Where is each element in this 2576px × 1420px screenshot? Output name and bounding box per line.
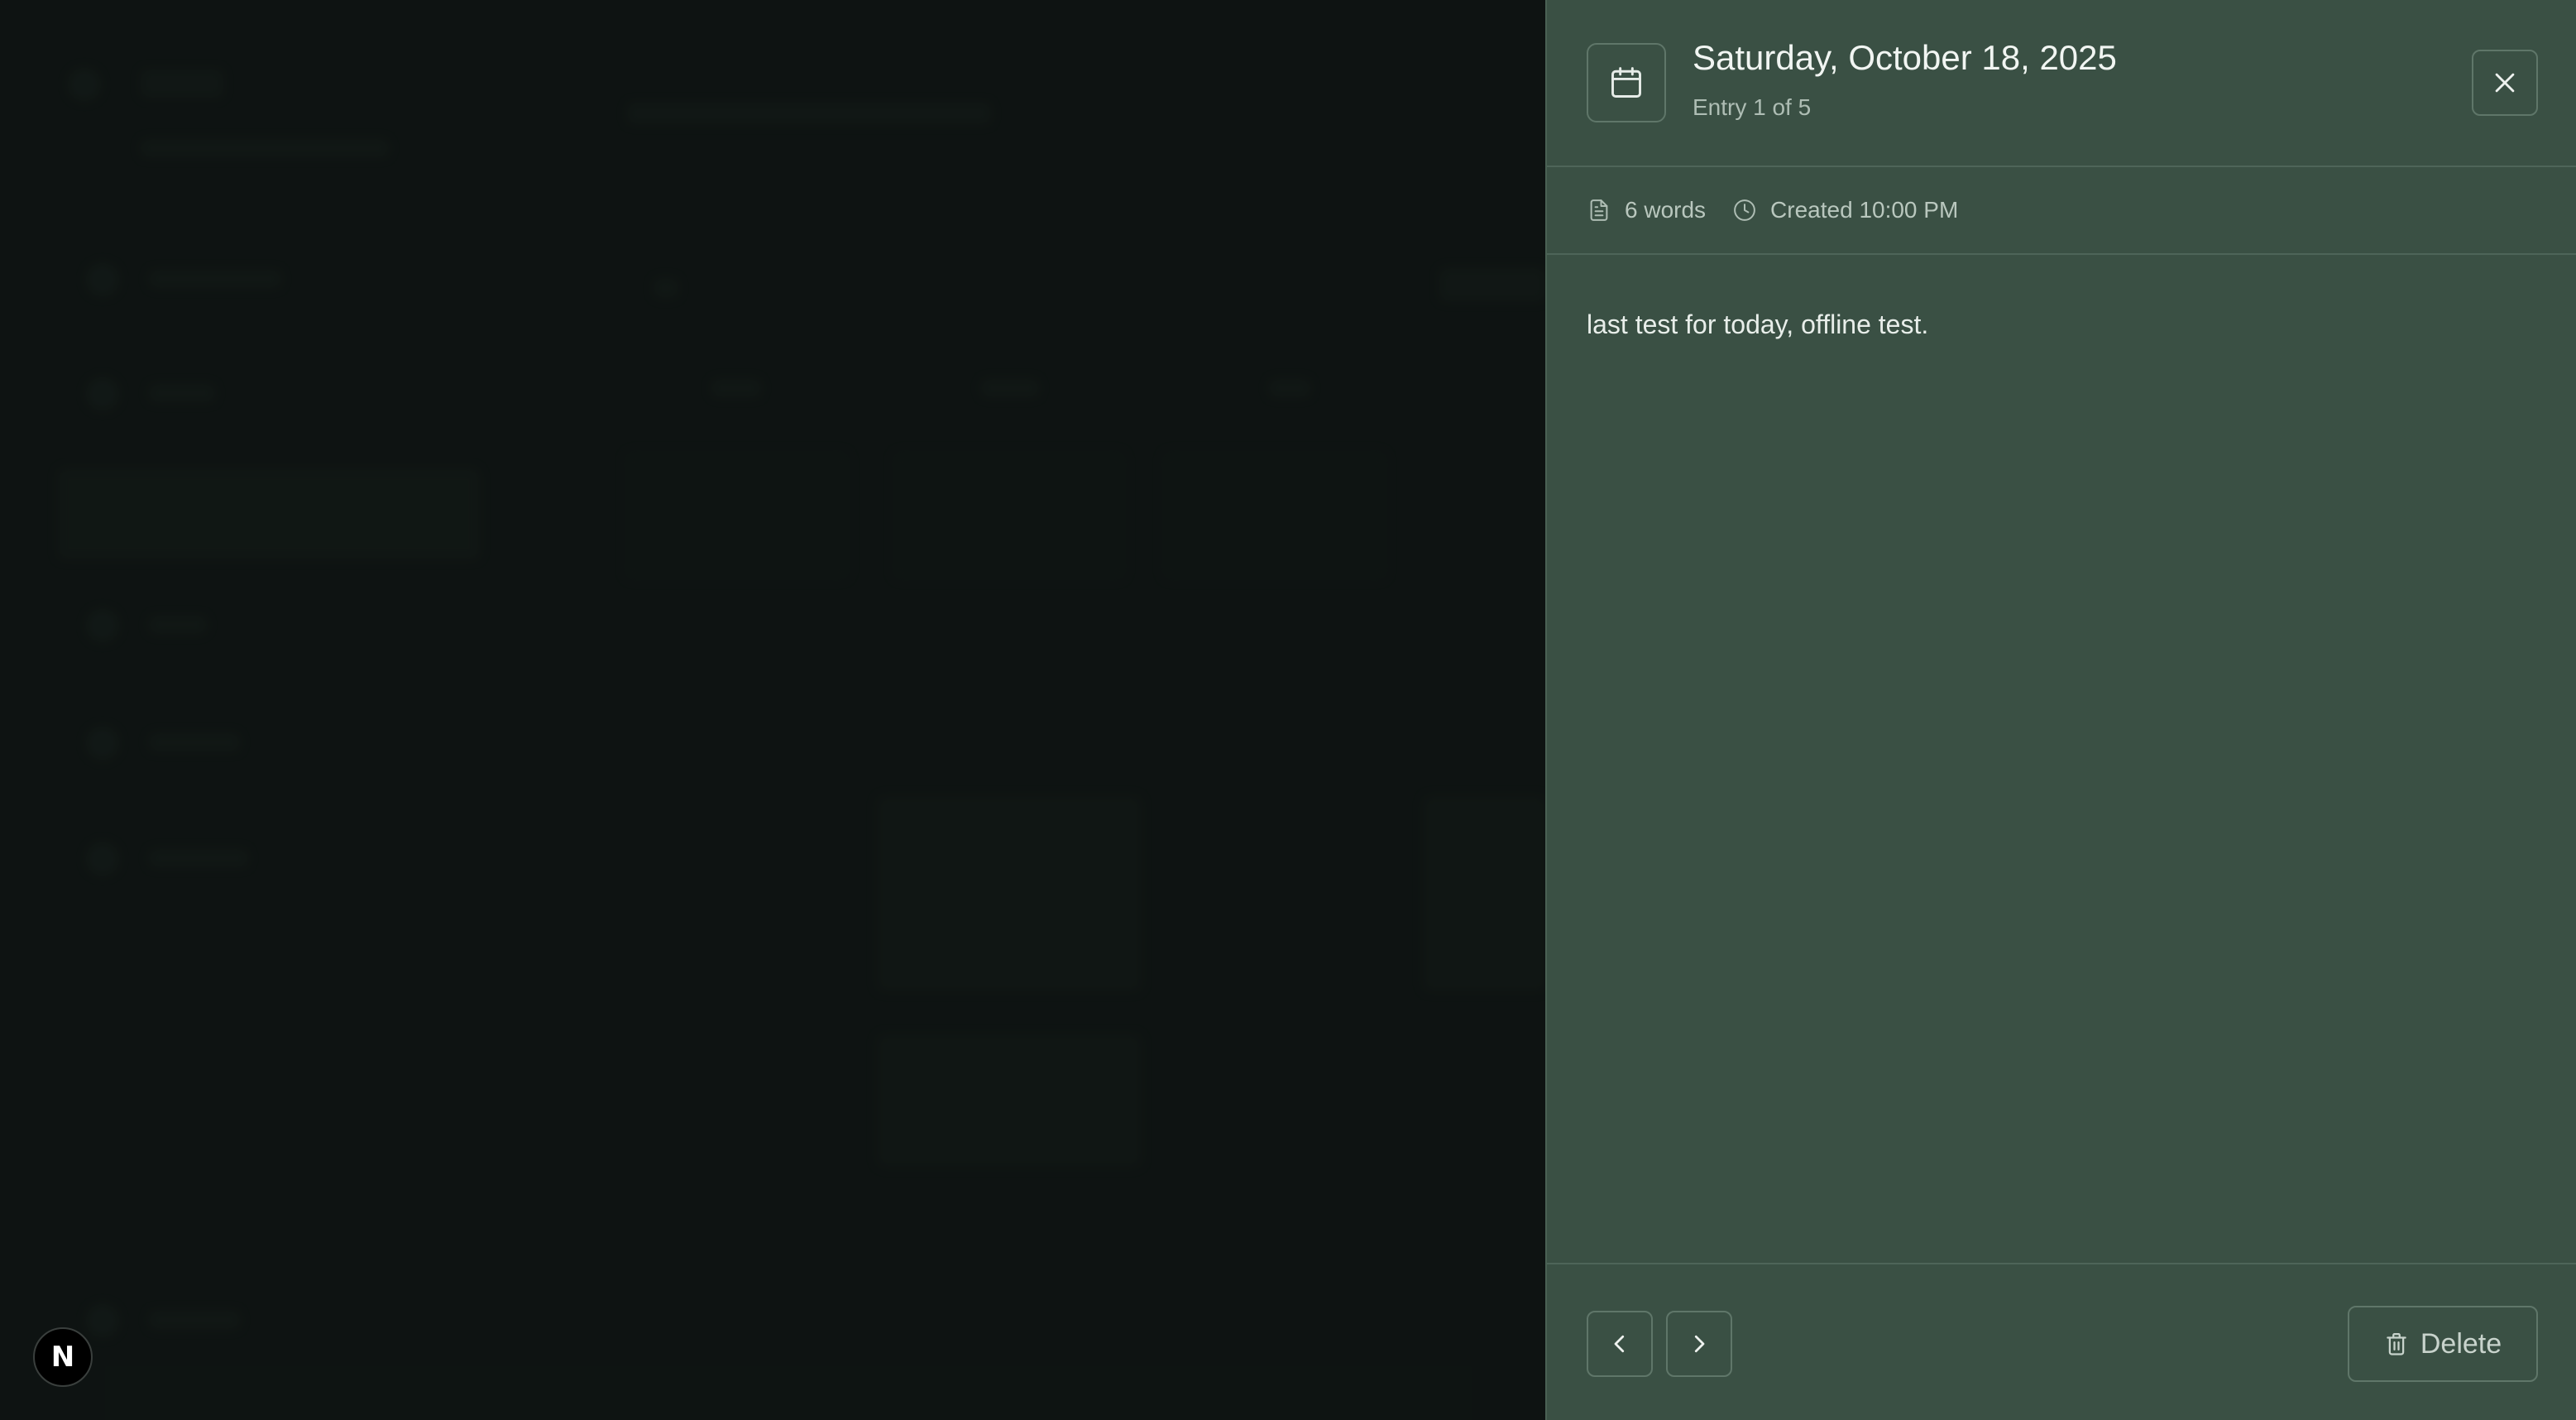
close-button[interactable] bbox=[2472, 50, 2538, 116]
dev-indicator-badge[interactable]: N bbox=[33, 1327, 93, 1387]
clock-icon bbox=[1734, 199, 1755, 221]
entry-position: Entry 1 of 5 bbox=[1693, 94, 1812, 120]
entry-body: last test for today, offline test. bbox=[1587, 309, 1929, 339]
word-count-label: 6 words bbox=[1625, 197, 1707, 223]
delete-label: Delete bbox=[2420, 1327, 2502, 1360]
dev-indicator-letter: N bbox=[50, 1341, 75, 1374]
entry-detail-panel: Saturday, October 18, 2025 Entry 1 of 5 … bbox=[1545, 0, 2576, 1420]
panel-footer: Delete bbox=[1547, 1263, 2576, 1420]
entry-meta: 6 words Created 10:00 PM bbox=[1547, 167, 2576, 255]
created-time-label: Created 10:00 PM bbox=[1770, 197, 1959, 223]
chevron-right-icon bbox=[1694, 1335, 1705, 1353]
chevron-left-icon bbox=[1614, 1335, 1625, 1353]
panel-header: Saturday, October 18, 2025 Entry 1 of 5 bbox=[1547, 0, 2576, 167]
created-time: Created 10:00 PM bbox=[1732, 197, 1958, 223]
close-icon bbox=[2495, 73, 2515, 93]
word-count: 6 words bbox=[1587, 197, 1706, 223]
entry-date-title: Saturday, October 18, 2025 bbox=[1693, 38, 2117, 77]
app-backdrop bbox=[0, 0, 1545, 1420]
document-icon bbox=[1590, 199, 1608, 221]
trash-icon bbox=[2387, 1333, 2406, 1355]
delete-button[interactable]: Delete bbox=[2348, 1306, 2538, 1382]
calendar-icon bbox=[1587, 43, 1666, 122]
previous-entry-button[interactable] bbox=[1587, 1311, 1653, 1377]
modal-overlay[interactable] bbox=[0, 0, 1545, 1420]
next-entry-button[interactable] bbox=[1666, 1311, 1732, 1377]
